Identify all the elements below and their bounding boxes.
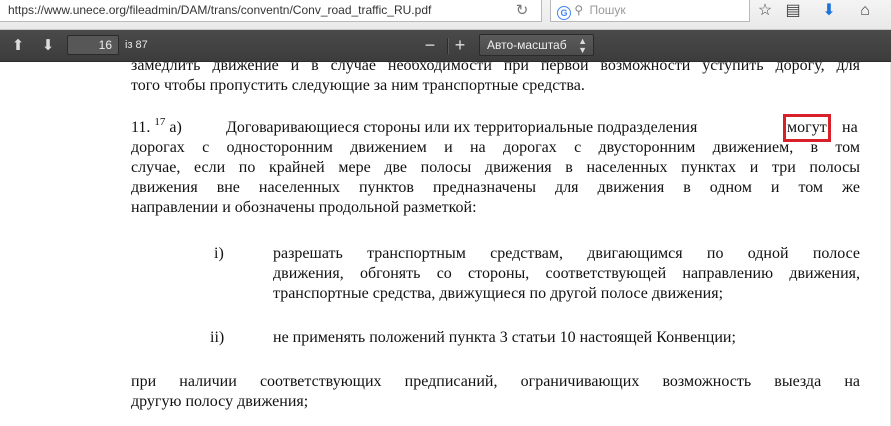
text-line: движения, обгонять со стороны, соответст… <box>273 265 860 282</box>
text-line: движения вне населенных пунктов предназн… <box>131 179 860 196</box>
highlighted-word: могут <box>783 114 831 142</box>
zoom-out-button[interactable]: − <box>418 36 442 56</box>
zoom-select[interactable]: Авто-масштаб ▲ ▼ <box>479 34 594 56</box>
paragraph-number-label: 11. <box>131 119 151 136</box>
text-line: при наличии соответствующих предписаний,… <box>131 373 860 390</box>
search-box[interactable]: G ⚲ Пошук <box>550 0 750 22</box>
text-line: не применять положений пункта 3 статьи 1… <box>273 329 736 346</box>
chevron-updown-icon: ▲ ▼ <box>578 36 587 55</box>
home-icon[interactable]: ⌂ <box>852 0 878 24</box>
text-line: транспортные средства, движущиеся по дру… <box>273 285 724 302</box>
text-line: на <box>842 119 858 136</box>
previous-page-icon[interactable]: ⬆ <box>6 36 30 56</box>
page-count: із 87 <box>125 39 148 51</box>
search-engine-icon[interactable]: G <box>557 6 571 20</box>
paragraph-number: 11. 17 а) <box>131 116 182 139</box>
pdf-toolbar: ⬆ ⬇ 16 із 87 − + Авто-масштаб ▲ ▼ <box>0 30 891 62</box>
zoom-in-button[interactable]: + <box>448 36 472 56</box>
text-line: направлении и обозначены продольной разм… <box>131 199 477 216</box>
subparagraph-label: а) <box>169 119 182 136</box>
zoom-value: Авто-масштаб <box>487 38 567 52</box>
list-label: ii) <box>210 329 225 346</box>
text-line: другую полосу движения; <box>131 393 309 410</box>
text-line: замедлить движение и в случае необходимо… <box>131 62 860 74</box>
page-number-input[interactable]: 16 <box>67 35 119 55</box>
search-placeholder: Пошук <box>589 3 626 17</box>
star-icon[interactable]: ☆ <box>752 0 778 24</box>
url-bar[interactable]: https://www.unece.org/fileadmin/DAM/tran… <box>0 0 542 22</box>
next-page-icon[interactable]: ⬇ <box>36 36 60 56</box>
pdf-page: замедлить движение и в случае необходимо… <box>0 62 891 426</box>
list-label: i) <box>214 245 224 262</box>
search-icon: ⚲ <box>574 3 584 17</box>
text-line: того чтобы пропустить следующие за ним т… <box>131 77 585 94</box>
text-line: Договаривающиеся стороны или их территор… <box>226 119 698 136</box>
browser-navbar: https://www.unece.org/fileadmin/DAM/tran… <box>0 0 891 30</box>
text-line: случае, если по крайней мере две полосы … <box>131 159 860 176</box>
footnote-ref: 17 <box>154 116 166 128</box>
text-line: разрешать транспортным средствам, двигаю… <box>273 245 860 262</box>
text-line: дорогах с односторонним движением и на д… <box>131 139 860 156</box>
download-icon[interactable]: ⬇ <box>816 0 842 24</box>
reading-list-icon[interactable]: ▤ <box>780 0 806 24</box>
reload-icon[interactable]: ↻ <box>512 1 532 21</box>
